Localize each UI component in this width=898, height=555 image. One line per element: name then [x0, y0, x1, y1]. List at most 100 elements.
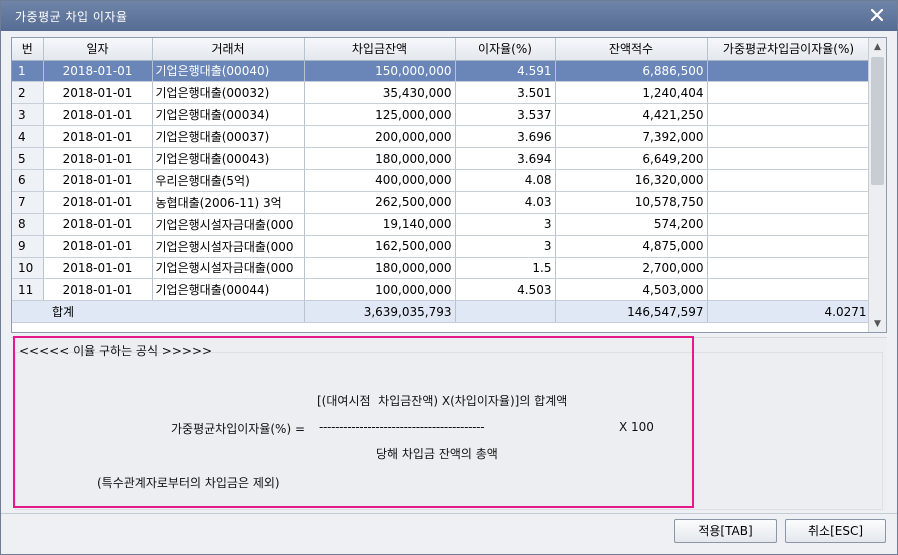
cell-accum[interactable]: 10,578,750: [555, 191, 708, 214]
cell-date[interactable]: 2018-01-01: [43, 213, 153, 236]
cell-vendor[interactable]: 우리은행대출(5억): [152, 169, 305, 192]
table-row[interactable]: 4 2018-01-01 기업은행대출(00037) 200,000,000 3.696…: [12, 125, 871, 149]
loan-interest-grid[interactable]: 번 일자 거래처 차입금잔액 이자율(%) 잔액적수 가중평균차입금이자율(%)…: [11, 37, 887, 333]
cell-no[interactable]: 9: [12, 235, 44, 258]
cell-no[interactable]: 11: [12, 278, 44, 302]
col-header-wavg[interactable]: 가중평균차입금이자율(%): [707, 38, 871, 61]
cell-date[interactable]: 2018-01-01: [43, 125, 153, 149]
cell-vendor[interactable]: 기업은행대출(00032): [152, 81, 305, 105]
cell-date[interactable]: 2018-01-01: [43, 147, 153, 170]
col-header-rate[interactable]: 이자율(%): [455, 38, 556, 61]
cell-date[interactable]: 2018-01-01: [43, 257, 153, 280]
cell-accum[interactable]: 7,392,000: [555, 125, 708, 149]
cell-wavg[interactable]: [707, 213, 871, 236]
table-row[interactable]: 5 2018-01-01 기업은행대출(00043) 180,000,000 3.694…: [12, 147, 871, 170]
cell-balance[interactable]: 162,500,000: [304, 235, 456, 258]
table-row[interactable]: 2 2018-01-01 기업은행대출(00032) 35,430,000 3.501 1…: [12, 81, 871, 105]
cell-vendor[interactable]: 기업은행시설자금대출(000: [152, 213, 305, 236]
cell-no[interactable]: 6: [12, 169, 44, 192]
vertical-scrollbar[interactable]: ▲ ▼: [868, 38, 886, 332]
cell-date[interactable]: 2018-01-01: [43, 81, 153, 105]
cell-wavg[interactable]: [707, 169, 871, 192]
cell-no[interactable]: 4: [12, 125, 44, 149]
cell-balance[interactable]: 150,000,000: [304, 60, 456, 83]
cell-rate[interactable]: 3.694: [455, 147, 556, 170]
table-row[interactable]: 3 2018-01-01 기업은행대출(00034) 125,000,000 3.537…: [12, 103, 871, 127]
cell-accum[interactable]: 6,886,500: [555, 60, 708, 83]
cell-vendor[interactable]: 기업은행시설자금대출(000: [152, 257, 305, 280]
cell-no[interactable]: 10: [12, 257, 44, 280]
scroll-down-icon[interactable]: ▼: [869, 315, 886, 332]
table-row[interactable]: 11 2018-01-01 기업은행대출(00044) 100,000,000 4.50…: [12, 278, 871, 302]
cell-vendor[interactable]: 농협대출(2006-11) 3억: [152, 191, 305, 214]
cell-rate[interactable]: 1.5: [455, 257, 556, 280]
cell-date[interactable]: 2018-01-01: [43, 60, 153, 83]
cell-balance[interactable]: 100,000,000: [304, 278, 456, 302]
cell-balance[interactable]: 180,000,000: [304, 257, 456, 280]
cell-accum[interactable]: 1,240,404: [555, 81, 708, 105]
cell-wavg[interactable]: [707, 60, 871, 83]
cell-rate[interactable]: 3: [455, 235, 556, 258]
cell-accum[interactable]: 16,320,000: [555, 169, 708, 192]
cell-accum[interactable]: 574,200: [555, 213, 708, 236]
col-header-balance[interactable]: 차입금잔액: [304, 38, 456, 61]
cell-rate[interactable]: 4.503: [455, 278, 556, 302]
cell-date[interactable]: 2018-01-01: [43, 278, 153, 302]
cell-wavg[interactable]: [707, 81, 871, 105]
table-row[interactable]: 7 2018-01-01 농협대출(2006-11) 3억 262,500,000 4.…: [12, 191, 871, 214]
cell-no[interactable]: 7: [12, 191, 44, 214]
cancel-button[interactable]: 취소[ESC]: [785, 519, 886, 543]
cell-no[interactable]: 5: [12, 147, 44, 170]
cell-no[interactable]: 1: [12, 60, 44, 83]
cell-rate[interactable]: 3.501: [455, 81, 556, 105]
cell-date[interactable]: 2018-01-01: [43, 103, 153, 127]
table-row[interactable]: 1 2018-01-01 기업은행대출(00040) 150,000,000 4.591…: [12, 60, 871, 83]
cell-rate[interactable]: 3.537: [455, 103, 556, 127]
close-icon[interactable]: [867, 5, 887, 25]
cell-date[interactable]: 2018-01-01: [43, 169, 153, 192]
cell-accum[interactable]: 6,649,200: [555, 147, 708, 170]
cell-rate[interactable]: 4.08: [455, 169, 556, 192]
col-header-accum[interactable]: 잔액적수: [555, 38, 708, 61]
cell-vendor[interactable]: 기업은행시설자금대출(000: [152, 235, 305, 258]
cell-no[interactable]: 2: [12, 81, 44, 105]
cell-no[interactable]: 8: [12, 213, 44, 236]
cell-wavg[interactable]: [707, 191, 871, 214]
table-row[interactable]: 8 2018-01-01 기업은행시설자금대출(000 19,140,000 3 574,…: [12, 213, 871, 236]
cell-wavg[interactable]: [707, 103, 871, 127]
cell-balance[interactable]: 400,000,000: [304, 169, 456, 192]
scroll-thumb[interactable]: [871, 57, 884, 185]
cell-balance[interactable]: 125,000,000: [304, 103, 456, 127]
cell-rate[interactable]: 3.696: [455, 125, 556, 149]
table-row[interactable]: 10 2018-01-01 기업은행시설자금대출(000 180,000,000 1.5…: [12, 257, 871, 280]
cell-accum[interactable]: 4,875,000: [555, 235, 708, 258]
cell-accum[interactable]: 4,421,250: [555, 103, 708, 127]
cell-date[interactable]: 2018-01-01: [43, 191, 153, 214]
cell-no[interactable]: 3: [12, 103, 44, 127]
cell-date[interactable]: 2018-01-01: [43, 235, 153, 258]
cell-rate[interactable]: 3: [455, 213, 556, 236]
apply-button[interactable]: 적용[TAB]: [674, 519, 777, 543]
cell-vendor[interactable]: 기업은행대출(00043): [152, 147, 305, 170]
cell-wavg[interactable]: [707, 147, 871, 170]
cell-balance[interactable]: 180,000,000: [304, 147, 456, 170]
cell-wavg[interactable]: [707, 125, 871, 149]
cell-accum[interactable]: 4,503,000: [555, 278, 708, 302]
cell-wavg[interactable]: [707, 257, 871, 280]
cell-balance[interactable]: 19,140,000: [304, 213, 456, 236]
cell-wavg[interactable]: [707, 235, 871, 258]
cell-vendor[interactable]: 기업은행대출(00037): [152, 125, 305, 149]
scroll-up-icon[interactable]: ▲: [869, 38, 886, 55]
cell-accum[interactable]: 2,700,000: [555, 257, 708, 280]
cell-balance[interactable]: 262,500,000: [304, 191, 456, 214]
col-header-date[interactable]: 일자: [43, 38, 153, 61]
cell-rate[interactable]: 4.591: [455, 60, 556, 83]
cell-vendor[interactable]: 기업은행대출(00044): [152, 278, 305, 302]
cell-vendor[interactable]: 기업은행대출(00034): [152, 103, 305, 127]
col-header-vendor[interactable]: 거래처: [152, 38, 305, 61]
col-header-no[interactable]: 번: [12, 38, 44, 61]
cell-balance[interactable]: 200,000,000: [304, 125, 456, 149]
cell-balance[interactable]: 35,430,000: [304, 81, 456, 105]
table-row[interactable]: 9 2018-01-01 기업은행시설자금대출(000 162,500,000 3 4,8…: [12, 235, 871, 258]
cell-wavg[interactable]: [707, 278, 871, 302]
